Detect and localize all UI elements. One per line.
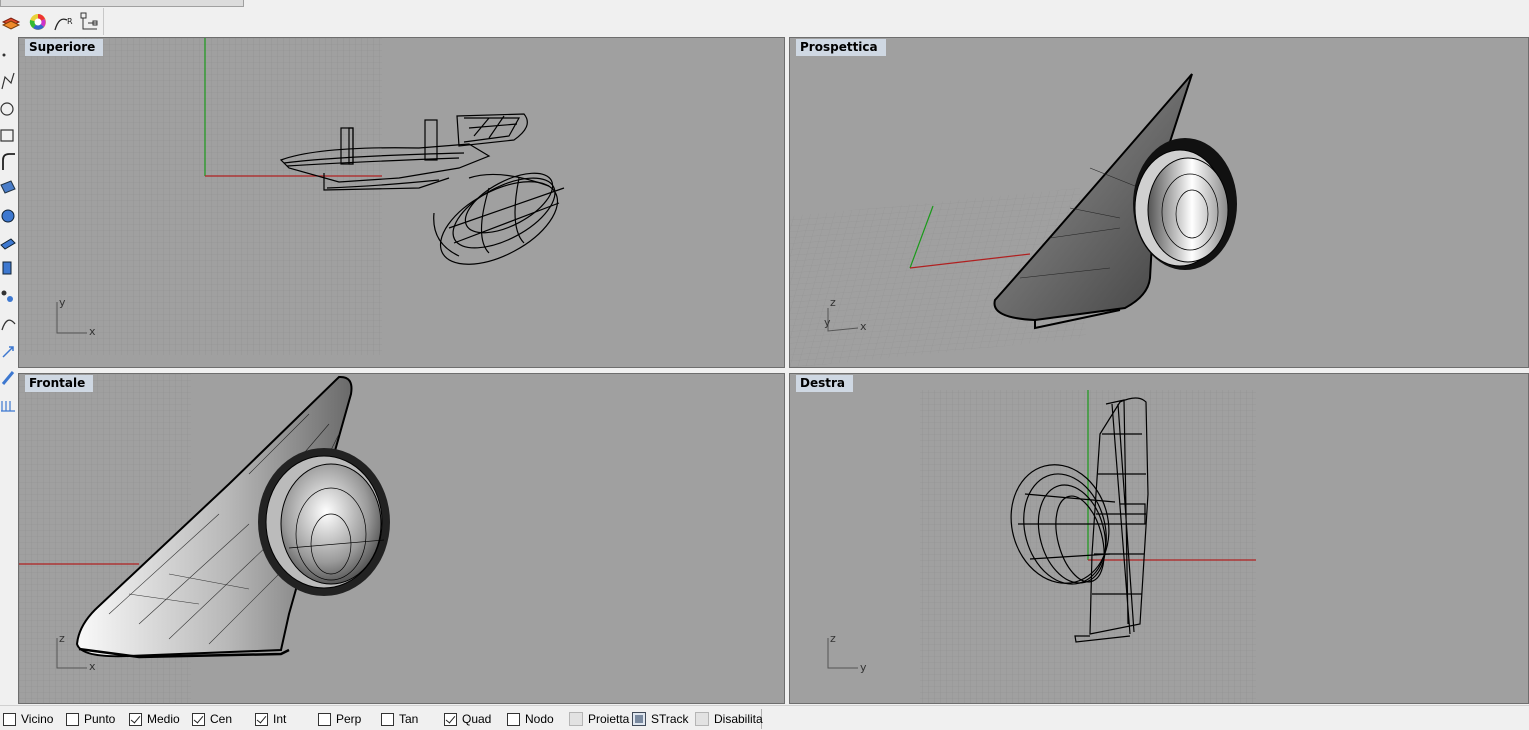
curve-tools-icon[interactable]: R <box>52 10 76 34</box>
osnap-vicino[interactable]: Vicino <box>3 712 53 726</box>
viewport-front-canvas[interactable]: z x <box>19 374 785 704</box>
toggle-button[interactable] <box>569 712 583 726</box>
osnap-int[interactable]: Int <box>255 712 286 726</box>
osnap-punto[interactable]: Punto <box>66 712 115 726</box>
axis-label-x: x <box>89 325 96 338</box>
axis-label-y: y <box>824 316 831 329</box>
osnap-medio[interactable]: Medio <box>129 712 180 726</box>
transform-icon[interactable] <box>0 337 16 364</box>
osnap-nodo[interactable]: Nodo <box>507 712 554 726</box>
axis-label-y: y <box>860 661 867 674</box>
snap-grid-icon[interactable] <box>78 10 102 34</box>
osnap-strack[interactable]: STrack <box>632 712 689 726</box>
osnap-label: Vicino <box>21 712 54 726</box>
viewport-title[interactable]: Prospettica <box>796 39 886 56</box>
osnap-label: Quad <box>462 712 492 726</box>
osnap-label: Proietta <box>588 712 630 726</box>
circle-icon[interactable] <box>0 94 16 121</box>
rectangle-icon[interactable] <box>0 121 16 148</box>
osnap-label: Cen <box>210 712 233 726</box>
viewport-top-canvas[interactable]: y x <box>19 38 785 368</box>
checkbox[interactable] <box>66 712 79 726</box>
viewport-perspective[interactable]: z y x Prospettica <box>789 37 1529 368</box>
axis-label-z: z <box>59 632 65 645</box>
osnap-tan[interactable]: Tan <box>381 712 418 726</box>
rhino-window: R y x Superiore z y x Prospettica z x Fr… <box>0 0 1529 730</box>
standard-toolbar: R <box>0 8 104 36</box>
construction-grid <box>19 38 382 355</box>
svg-text:R: R <box>67 17 73 26</box>
axis-label-x: x <box>89 660 96 673</box>
osnap-label: Int <box>273 712 287 726</box>
main-toolbar-left <box>0 40 16 440</box>
checkbox[interactable] <box>3 712 16 726</box>
osnap-perp[interactable]: Perp <box>318 712 361 726</box>
extrude-icon[interactable] <box>0 229 16 256</box>
dimension-icon[interactable] <box>0 364 16 391</box>
fillet-icon[interactable] <box>0 148 16 175</box>
viewport-title[interactable]: Frontale <box>25 375 94 392</box>
osnap-label: STrack <box>651 712 689 726</box>
checkbox[interactable] <box>381 712 394 726</box>
checkbox[interactable] <box>129 712 142 726</box>
viewport-front[interactable]: z x Frontale <box>18 373 785 704</box>
osnap-cen[interactable]: Cen <box>192 712 232 726</box>
checkbox[interactable] <box>444 712 457 726</box>
curve-edit-icon[interactable] <box>0 310 16 337</box>
color-wheel-icon[interactable] <box>26 10 50 34</box>
toolbar-separator <box>103 8 104 35</box>
polyline-icon[interactable] <box>0 67 16 94</box>
grid-icon[interactable] <box>0 391 16 418</box>
osnap-label: Medio <box>147 712 180 726</box>
array-icon[interactable] <box>0 283 16 310</box>
tab-strip <box>0 0 244 7</box>
checkbox[interactable] <box>507 712 520 726</box>
viewport-title[interactable]: Destra <box>796 375 853 392</box>
osnap-label: Perp <box>336 712 362 726</box>
osnap-quad[interactable]: Quad <box>444 712 491 726</box>
viewport-right[interactable]: z y Destra <box>789 373 1529 704</box>
osnap-label: Punto <box>84 712 116 726</box>
osnap-label: Disabilita <box>714 712 763 726</box>
axis-label-z: z <box>830 632 836 645</box>
toggle-button[interactable] <box>632 712 646 726</box>
layers-icon[interactable] <box>0 10 24 34</box>
osnap-disabilita[interactable]: Disabilita <box>695 712 763 726</box>
axis-label-y: y <box>59 296 66 309</box>
viewport-title[interactable]: Superiore <box>25 39 104 56</box>
viewport-perspective-canvas[interactable]: z y x <box>790 38 1529 368</box>
osnap-bar: Vicino Punto Medio Cen Int Perp Tan Quad Nodo Pro… <box>0 705 1529 730</box>
osnap-label: Nodo <box>525 712 554 726</box>
boolean-icon[interactable] <box>0 256 16 283</box>
toggle-button[interactable] <box>695 712 709 726</box>
viewport-top[interactable]: y x Superiore <box>18 37 785 368</box>
surface-icon[interactable] <box>0 175 16 202</box>
axis-label-z: z <box>830 296 836 309</box>
osnap-label: Tan <box>399 712 419 726</box>
checkbox[interactable] <box>255 712 268 726</box>
checkbox[interactable] <box>192 712 205 726</box>
point-icon[interactable] <box>0 40 16 67</box>
osnap-proietta[interactable]: Proietta <box>569 712 629 726</box>
checkbox[interactable] <box>318 712 331 726</box>
viewport-right-canvas[interactable]: z y <box>790 374 1529 704</box>
axis-label-x: x <box>860 320 867 333</box>
solid-icon[interactable] <box>0 202 16 229</box>
